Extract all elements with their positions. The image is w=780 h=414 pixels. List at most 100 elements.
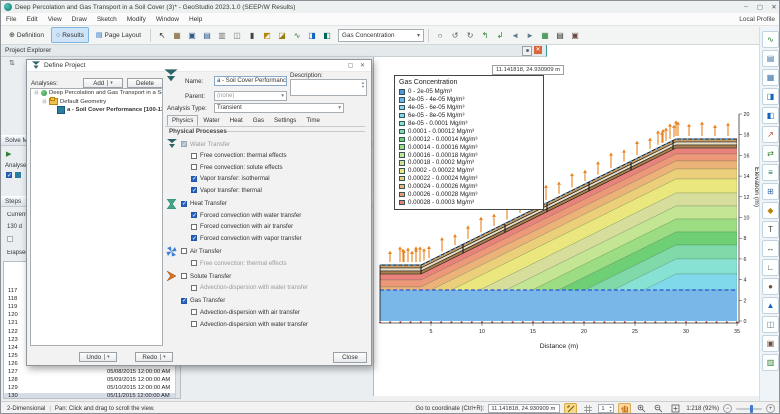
report-icon[interactable]: ▤ <box>553 28 567 42</box>
results-button[interactable]: ○ Results <box>51 27 89 43</box>
definition-button[interactable]: ⊕ Definition <box>4 27 49 43</box>
name-input[interactable]: a - Soil Cover Performance <box>214 76 287 86</box>
delete-analysis-button[interactable]: Delete <box>127 78 163 88</box>
zoom-next-icon[interactable]: ► <box>523 28 537 42</box>
zoom-out-region-icon[interactable]: ↲ <box>493 28 507 42</box>
contour-icon[interactable]: ◨ <box>305 28 319 42</box>
parent-dropdown[interactable]: (none)▾ <box>214 91 287 101</box>
flow-paths-icon[interactable]: ⇄ <box>762 145 779 162</box>
sort-icon[interactable]: ⇅ <box>9 59 15 67</box>
add-analysis-button[interactable]: Add▾ <box>83 78 123 88</box>
chart-export-icon[interactable]: ▥ <box>762 354 779 371</box>
step-row[interactable]: 12805/09/2015 12:00:00 AM <box>4 377 176 385</box>
image-export-icon[interactable]: ▣ <box>762 335 779 352</box>
menu-sketch[interactable]: Sketch <box>92 16 122 23</box>
tree-expander[interactable]: ⊟ <box>34 90 39 96</box>
process-checkbox[interactable] <box>191 260 197 266</box>
zoom-slider-thumb[interactable] <box>750 405 753 413</box>
snapshot-icon[interactable]: ▣ <box>568 28 582 42</box>
local-profile-label[interactable]: Local Profile <box>739 16 780 23</box>
process-checkbox[interactable] <box>181 273 187 279</box>
analysis-type-dropdown[interactable]: Transient▾ <box>214 103 344 113</box>
copy-graph-icon[interactable]: ▣ <box>185 28 199 42</box>
tab-physics[interactable]: Physics <box>167 115 198 126</box>
binder-icon[interactable]: ▮ <box>245 28 259 42</box>
zoom-in-region-icon[interactable]: ↰ <box>478 28 492 42</box>
draw-contours-icon[interactable]: ◨ <box>762 88 779 105</box>
menu-help[interactable]: Help <box>184 16 207 23</box>
process-checkbox[interactable] <box>191 187 197 193</box>
steps-option-checkbox[interactable] <box>7 236 13 242</box>
rotate-cw-icon[interactable]: ↻ <box>463 28 477 42</box>
export-excel-icon[interactable]: ▦ <box>538 28 552 42</box>
description-input[interactable]: ▲▼ <box>290 79 367 96</box>
tree-item[interactable]: ⊟Deep Percolation and Gas Transport in a… <box>31 89 162 98</box>
process-checkbox[interactable] <box>191 176 197 182</box>
zoom-objects-icon[interactable]: ▦ <box>170 28 184 42</box>
zoom-graph-icon[interactable]: ◫ <box>762 316 779 333</box>
menu-draw[interactable]: Draw <box>67 16 92 23</box>
vector-icon[interactable]: ◧ <box>320 28 334 42</box>
pan-tool-icon[interactable] <box>618 403 631 414</box>
menu-window[interactable]: Window <box>151 16 184 23</box>
zoom-increase-button[interactable]: + <box>766 404 775 413</box>
close-button[interactable]: ✕ <box>767 3 780 11</box>
tab-heat[interactable]: Heat <box>225 115 248 126</box>
page-icon[interactable]: ▥ <box>215 28 229 42</box>
process-checkbox[interactable] <box>181 141 187 147</box>
tree-item[interactable]: a - Soil Cover Performance [100-130 d] <box>31 106 162 115</box>
process-checkbox[interactable] <box>191 309 197 315</box>
draw-graph-icon[interactable]: ∿ <box>290 28 304 42</box>
tab-time[interactable]: Time <box>301 115 325 126</box>
water-table-icon[interactable]: ◪ <box>275 28 289 42</box>
zoom-out-icon[interactable] <box>652 403 665 414</box>
interpolate-icon[interactable]: ● <box>762 278 779 295</box>
process-checkbox[interactable] <box>181 298 187 304</box>
view-mesh-icon[interactable]: ▦ <box>762 69 779 86</box>
tab-gas[interactable]: Gas <box>248 115 269 126</box>
process-checkbox[interactable] <box>191 212 197 218</box>
step-row[interactable]: 12705/08/2015 12:00:00 AM <box>4 369 176 377</box>
sketch-axes-icon[interactable]: ∟ <box>762 259 779 276</box>
flux-section-icon[interactable]: ◩ <box>260 28 274 42</box>
process-checkbox[interactable] <box>191 285 197 291</box>
step-row[interactable]: 12905/10/2015 12:00:00 AM <box>4 385 176 393</box>
maximize-button[interactable]: ▢ <box>753 3 767 11</box>
step-row[interactable]: 13005/11/2015 12:00:00 AM <box>4 393 176 399</box>
result-info-icon[interactable]: ▤ <box>762 50 779 67</box>
undo-button[interactable]: Undo▾ <box>79 352 117 362</box>
step-spinner[interactable]: 1 ▲▼ <box>598 404 614 413</box>
zoom-slider[interactable] <box>736 408 762 410</box>
process-checkbox[interactable] <box>191 224 197 230</box>
process-checkbox[interactable] <box>181 248 187 254</box>
draw-vectors-icon[interactable]: ↗ <box>762 126 779 143</box>
solve-icon[interactable]: ▶ <box>6 150 11 158</box>
menu-modify[interactable]: Modify <box>122 16 151 23</box>
analysis-checkbox[interactable] <box>6 172 12 178</box>
close-dialog-button[interactable]: Close <box>333 352 367 363</box>
flux-sections-icon[interactable]: ◆ <box>762 202 779 219</box>
select-region-icon[interactable]: ○ <box>433 28 447 42</box>
zoom-decrease-button[interactable]: − <box>723 404 732 413</box>
draw-graph-icon[interactable]: ∿ <box>762 31 779 48</box>
tab-water[interactable]: Water <box>198 115 224 126</box>
tree-expander[interactable]: ⊟ <box>42 99 47 105</box>
zoom-prev-icon[interactable]: ◄ <box>508 28 522 42</box>
process-checkbox[interactable] <box>181 201 187 207</box>
zoom-in-icon[interactable] <box>635 403 648 414</box>
grid-snap-icon[interactable] <box>581 403 594 414</box>
redo-button[interactable]: Redo▾ <box>135 352 173 362</box>
dimension-icon[interactable]: ↔ <box>762 240 779 257</box>
draw-text-icon[interactable]: T <box>762 221 779 238</box>
tab-settings[interactable]: Settings <box>269 115 301 126</box>
menu-file[interactable]: File <box>1 16 21 23</box>
menu-edit[interactable]: Edit <box>21 16 42 23</box>
dialog-close-icon[interactable]: ✕ <box>357 62 368 69</box>
pin-icon[interactable] <box>522 46 532 56</box>
menu-view[interactable]: View <box>43 16 67 23</box>
cursor-icon[interactable]: ↖ <box>155 28 169 42</box>
contour-labels-icon[interactable]: ◧ <box>762 107 779 124</box>
isolines-icon[interactable]: ≡ <box>762 164 779 181</box>
process-checkbox[interactable] <box>191 235 197 241</box>
panel-close-icon[interactable]: ✕ <box>534 46 542 54</box>
